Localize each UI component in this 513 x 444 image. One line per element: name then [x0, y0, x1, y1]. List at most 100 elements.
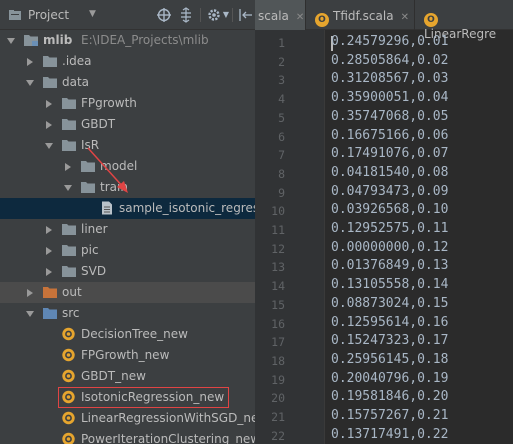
code-line[interactable]: 0.01376849,0.13	[331, 258, 448, 273]
settings-gear-icon[interactable]	[206, 7, 222, 23]
tab-label: scala	[258, 9, 289, 23]
folder-icon	[62, 224, 76, 235]
collapsed-arrow-icon[interactable]	[44, 120, 54, 130]
code-line[interactable]: 0.04793473,0.09	[331, 184, 448, 199]
collapsed-arrow-icon[interactable]	[25, 57, 35, 67]
tree-item-gbdt-new[interactable]: GBDT_new	[0, 366, 255, 387]
code-line[interactable]: 0.20040796,0.19	[331, 371, 448, 386]
expanded-arrow-icon[interactable]	[25, 309, 35, 319]
code-area[interactable]: 0.24579296,0.01 0.28505864,0.02 0.31208567…	[325, 30, 513, 444]
collapsed-arrow-icon[interactable]	[44, 267, 54, 277]
tree-item-data[interactable]: data	[0, 72, 255, 93]
code-line[interactable]: 0.19581846,0.20	[331, 389, 448, 404]
editor-tab-bar: scala ✕ O Tfidf.scala ✕ OLinearRegre	[255, 0, 513, 41]
collapsed-arrow-icon[interactable]	[44, 99, 54, 109]
tree-item-fpgrowth[interactable]: FPgrowth	[0, 93, 255, 114]
tree-item-mlib[interactable]: mlib E:\IDEA_Projects\mlib	[0, 30, 255, 51]
tree-item-gbdt[interactable]: GBDT	[0, 114, 255, 135]
tree-item-label: model	[100, 159, 138, 173]
code-line[interactable]: 0.12952575,0.11	[331, 221, 448, 236]
tree-item-idea[interactable]: .idea	[0, 51, 255, 72]
line-number: 19	[271, 372, 285, 387]
editor-panel: scala ✕ O Tfidf.scala ✕ OLinearRegre 123456…	[255, 0, 513, 444]
tree-item-pic[interactable]: pic	[0, 240, 255, 261]
line-number: 3	[278, 73, 285, 88]
line-number: 15	[271, 297, 285, 312]
code-line[interactable]: 0.13717491,0.22	[331, 427, 448, 442]
hide-panel-icon[interactable]	[238, 7, 254, 23]
code-line[interactable]: 0.25956145,0.18	[331, 352, 448, 367]
expanded-arrow-icon[interactable]	[63, 183, 73, 193]
line-number: 5	[278, 110, 285, 125]
code-line[interactable]: 0.15247323,0.17	[331, 333, 448, 348]
collapsed-arrow-icon[interactable]	[63, 162, 73, 172]
project-view-title[interactable]: Project	[28, 8, 69, 22]
line-number-gutter: 1 2 3 4 5 6 7 8 9 10 11 12 13 14 15 16 17 18 19 20 21 22	[255, 30, 325, 444]
folder-icon	[62, 98, 76, 109]
tree-item-model[interactable]: model	[0, 156, 255, 177]
tree-item-label: mlib	[43, 33, 73, 47]
tree-item-src[interactable]: src	[0, 303, 255, 324]
code-line[interactable]: 0.35900051,0.04	[331, 90, 448, 105]
expanded-arrow-icon[interactable]	[25, 78, 35, 88]
tree-item-label: out	[62, 285, 82, 299]
code-line[interactable]: 0.15757267,0.21	[331, 408, 448, 423]
code-line[interactable]: 0.12595614,0.16	[331, 315, 448, 330]
expanded-arrow-icon[interactable]	[6, 36, 16, 46]
line-number: 16	[271, 316, 285, 331]
tree-item-label: PowerIterationClustering_new	[81, 432, 255, 444]
tree-item-liner[interactable]: liner	[0, 219, 255, 240]
tree-item-label: DecisionTree_new	[81, 327, 188, 341]
collapse-all-icon[interactable]	[178, 7, 194, 23]
tree-item-linearregressionwithsgd-new[interactable]: LinearRegressionWithSGD_new	[0, 408, 255, 429]
tree-item-label: LinearRegressionWithSGD_new	[81, 411, 255, 425]
scroll-from-source-icon[interactable]	[156, 7, 172, 23]
tree-item-train[interactable]: train	[0, 177, 255, 198]
view-selector-chevron-down-icon[interactable]: ▼	[89, 9, 96, 19]
close-tab-icon[interactable]: ✕	[296, 12, 304, 23]
line-number: 8	[278, 166, 285, 181]
tree-item-svd[interactable]: SVD	[0, 261, 255, 282]
project-view-icon[interactable]	[8, 8, 22, 22]
code-line[interactable]: 0.13105558,0.14	[331, 277, 448, 292]
collapsed-arrow-icon[interactable]	[44, 225, 54, 235]
scala-object-icon	[62, 348, 75, 362]
settings-chevron-down-icon[interactable]: ▼	[222, 7, 230, 23]
folder-icon	[62, 245, 76, 256]
line-number: 2	[278, 54, 285, 69]
code-line[interactable]: 0.31208567,0.03	[331, 71, 448, 86]
code-line[interactable]: 0.17491076,0.07	[331, 146, 448, 161]
editor-tab[interactable]: O Tfidf.scala ✕	[307, 0, 415, 30]
tree-item-label: .idea	[62, 54, 92, 68]
collapsed-arrow-icon[interactable]	[44, 246, 54, 256]
code-line[interactable]: 0.03926568,0.10	[331, 202, 448, 217]
editor-tab[interactable]: OLinearRegre	[416, 0, 513, 41]
editor-tab[interactable]: scala ✕	[255, 0, 306, 30]
code-line[interactable]: 0.00000000,0.12	[331, 240, 448, 255]
collapsed-arrow-icon[interactable]	[25, 288, 35, 298]
code-line[interactable]: 0.28505864,0.02	[331, 53, 448, 68]
scala-object-icon	[62, 411, 75, 425]
code-line[interactable]: 0.08873024,0.15	[331, 296, 448, 311]
code-line[interactable]: 0.35747068,0.05	[331, 109, 448, 124]
scala-object-icon	[62, 327, 75, 341]
tree-item-isr[interactable]: IsR	[0, 135, 255, 156]
line-number: 21	[271, 410, 285, 424]
tree-item-out[interactable]: out	[0, 282, 255, 303]
tree-item-fpgrowth-new[interactable]: FPGrowth_new	[0, 345, 255, 366]
tree-item-label: FPGrowth_new	[81, 348, 170, 362]
highlight-box	[58, 387, 229, 408]
line-number: 13	[271, 260, 285, 275]
expanded-arrow-icon[interactable]	[44, 141, 54, 151]
tree-item-poweriterationclustering-new[interactable]: PowerIterationClustering_new	[0, 429, 255, 444]
code-line[interactable]: 0.04181540,0.08	[331, 165, 448, 180]
code-line[interactable]: 0.16675166,0.06	[331, 128, 448, 143]
tree-item-label: sample_isotonic_regression_data.txt	[119, 201, 255, 215]
tree-item-sample-isotonic-regression-data[interactable]: sample_isotonic_regression_data.txt	[0, 198, 255, 219]
line-number: 12	[271, 241, 285, 256]
tree-item-decisiontree-new[interactable]: DecisionTree_new	[0, 324, 255, 345]
line-number: 18	[271, 353, 285, 368]
scala-object-icon: O	[315, 13, 329, 27]
close-tab-icon[interactable]: ✕	[401, 12, 409, 23]
code-line[interactable]: 0.24579296,0.01	[331, 34, 448, 49]
